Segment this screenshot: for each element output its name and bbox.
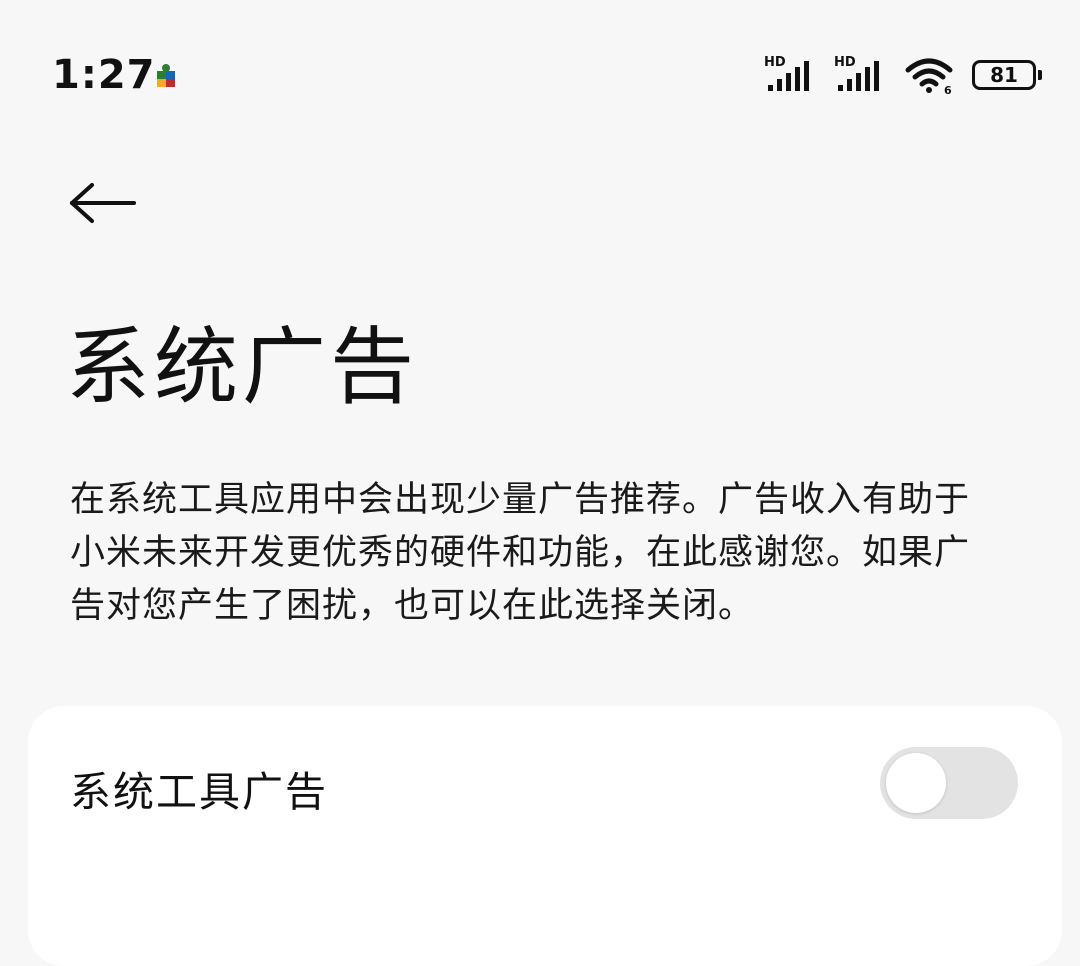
hd-label: HD (764, 55, 786, 70)
settings-card: 系统工具广告 (28, 706, 1062, 966)
signal-strength-icon: HD (764, 55, 816, 93)
status-time: 1:27 (52, 52, 156, 98)
svg-text:6: 6 (944, 84, 952, 94)
signal-strength-icon: HD (834, 55, 886, 93)
status-icons: HD HD 6 81 (764, 55, 1042, 94)
system-tool-ads-toggle[interactable] (880, 747, 1018, 819)
status-bar: 1:27 HD HD 6 81 (0, 0, 1080, 150)
page-title: 系统广告 (66, 318, 419, 416)
setting-label: 系统工具广告 (70, 768, 328, 816)
wifi-icon: 6 (905, 58, 953, 94)
battery-icon: 81 (972, 60, 1042, 90)
puzzle-piece-icon (157, 64, 175, 87)
back-arrow-icon[interactable] (64, 175, 140, 231)
hd-label: HD (834, 55, 856, 70)
toggle-knob (886, 753, 946, 813)
page-description: 在系统工具应用中会出现少量广告推荐。广告收入有助于小米未来开发更优秀的硬件和功能… (70, 480, 971, 626)
battery-level: 81 (990, 63, 1018, 87)
